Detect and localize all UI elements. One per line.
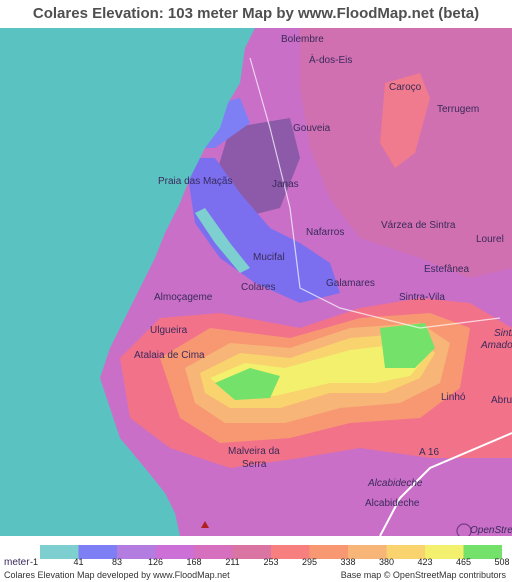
legend-value-label: -1 [30, 557, 38, 567]
place-amado-right: Amado [480, 340, 512, 351]
place-sintra-vila: Sintra-Vila [399, 292, 445, 303]
place-janas: Janas [272, 179, 299, 190]
place-alcabideche-road: Alcabideche [367, 478, 423, 489]
place-mucifal: Mucifal [253, 252, 285, 263]
place-alcabideche: Alcabideche [365, 498, 420, 509]
place-a-dos-eis: À-dos-Eis [309, 53, 352, 66]
place-sintra-right: Sintra [494, 328, 512, 339]
elevation-map[interactable]: Bolembre À-dos-Eis Caroço Terrugem Gouve… [0, 28, 512, 536]
legend-unit-label: meter [4, 557, 30, 568]
legend-value-label: 253 [263, 557, 278, 567]
place-nafarros: Nafarros [306, 227, 344, 238]
footer-developer-credit[interactable]: Colares Elevation Map developed by www.F… [4, 570, 230, 580]
legend-value-label: 295 [302, 557, 317, 567]
legend-value-label: 41 [73, 557, 83, 567]
place-colares: Colares [241, 282, 275, 293]
place-atalaia-de-cima: Atalaia de Cima [134, 350, 205, 361]
place-bolembre: Bolembre [281, 34, 324, 45]
place-gouveia: Gouveia [293, 123, 331, 134]
place-praia-das-macas: Praia das Maçãs [158, 176, 232, 187]
place-abru: Abru [491, 395, 512, 406]
place-ulgueira: Ulgueira [150, 325, 188, 336]
place-lourel: Lourel [476, 234, 504, 245]
place-malveira-da-serra-2: Serra [242, 459, 267, 470]
place-almocageme: Almoçageme [154, 292, 213, 303]
footer-osm-attribution[interactable]: Base map © OpenStreetMap contributors [341, 570, 506, 580]
osm-watermark: OpenStreetMap [470, 525, 512, 536]
place-linho: Linhó [441, 392, 466, 403]
legend-value-label: 423 [417, 557, 432, 567]
legend-value-label: 211 [225, 557, 239, 567]
legend-value-label: 508 [494, 557, 509, 567]
place-a16: A 16 [419, 447, 439, 458]
place-varzea-de-sintra: Várzea de Sintra [381, 220, 456, 231]
place-caroco: Caroço [389, 82, 422, 93]
legend-value-label: 126 [148, 557, 163, 567]
map-title: Colares Elevation: 103 meter Map by www.… [32, 5, 480, 22]
place-malveira-da-serra-1: Malveira da [228, 446, 280, 457]
legend-value-label: 380 [379, 557, 394, 567]
place-galamares: Galamares [326, 278, 375, 289]
place-terrugem: Terrugem [437, 104, 479, 115]
legend-value-label: 83 [112, 557, 122, 567]
legend-value-label: 168 [186, 557, 201, 567]
legend-value-label: 465 [456, 557, 471, 567]
place-estefanea: Estefânea [424, 264, 469, 275]
legend-value-label: 338 [340, 557, 355, 567]
